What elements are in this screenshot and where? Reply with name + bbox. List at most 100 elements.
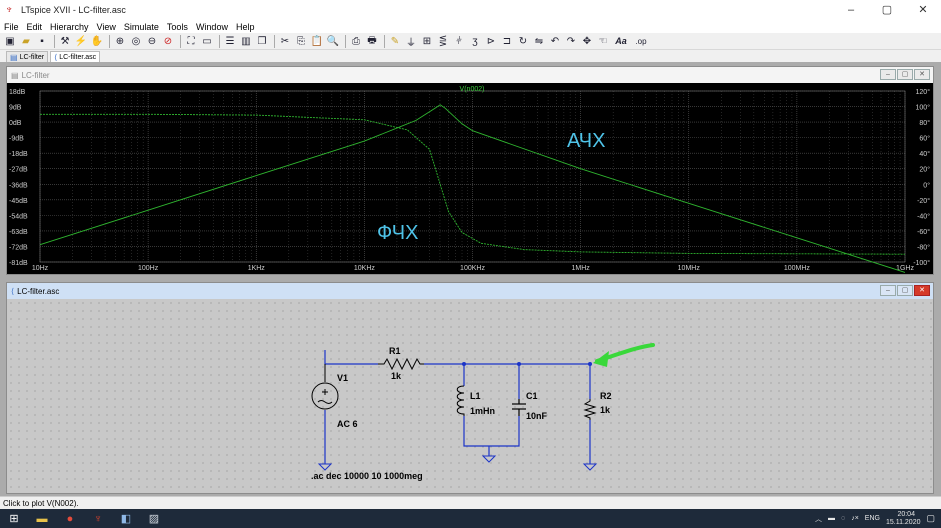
ground-icon[interactable]: ⏚ — [404, 34, 418, 49]
maximize-button[interactable]: ▢ — [869, 0, 905, 20]
tile-vertical-icon[interactable]: ▥ — [239, 34, 253, 48]
chevron-up-icon[interactable]: ︿ — [815, 514, 822, 524]
menu-window[interactable]: Window — [196, 22, 228, 32]
chrome-icon[interactable]: ● — [56, 509, 84, 528]
schematic-canvas[interactable]: R1 1k V1 AC 6 L1 1mHn C1 10nF R2 1k .ac … — [7, 299, 933, 493]
wire[interactable] — [463, 416, 520, 447]
text-icon[interactable]: Aa — [612, 34, 630, 48]
clock-date: 15.11.2020 — [885, 518, 921, 526]
zoom-in-icon[interactable]: ⊕ — [113, 34, 127, 48]
wire[interactable] — [324, 350, 378, 365]
x-tick-label: 1GHz — [896, 265, 914, 272]
y-right-tick-label: -100° — [913, 259, 930, 267]
schematic-window-title: LC-filter.asc — [17, 286, 60, 296]
mirror-icon[interactable]: ⇋ — [532, 34, 546, 48]
windows-start-icon[interactable]: ⊞ — [0, 509, 28, 528]
tab-schematic[interactable]: ⟨ LC-filter.asc — [50, 51, 101, 62]
phase-annotation: ФЧХ — [377, 222, 418, 244]
plot-window-header[interactable]: ▤ LC-filter – ▢ ✕ — [7, 67, 933, 83]
menu-simulate[interactable]: Simulate — [124, 22, 159, 32]
undo-icon[interactable]: ↶ — [548, 34, 562, 48]
close-button[interactable]: ✕ — [905, 0, 941, 20]
status-bar: Click to plot V(N002). — [0, 496, 941, 509]
bode-plot[interactable]: 10Hz 100Hz 1KHz 10KHz 100KHz 1MHz 10MHz 100MHz 1… — [7, 83, 933, 274]
wire[interactable] — [424, 363, 591, 399]
minimize-button[interactable]: – — [833, 0, 869, 20]
drag-icon[interactable]: ☜ — [596, 34, 610, 48]
spice-directive[interactable]: .ac dec 10000 10 1000meg — [311, 471, 423, 481]
save-icon[interactable]: ▪ — [35, 34, 49, 48]
ltspice-icon[interactable]: ♆ — [84, 509, 112, 528]
ground-icon[interactable] — [481, 455, 497, 463]
halt-icon[interactable]: ✋ — [90, 34, 104, 48]
rotate-icon[interactable]: ↻ — [516, 34, 530, 48]
inductor-icon[interactable]: ʒ — [468, 34, 482, 48]
redo-icon[interactable]: ↷ — [564, 34, 578, 48]
title-bar: ♆ LTspice XVII - LC-filter.asc – ▢ ✕ — [0, 0, 941, 20]
cut-icon[interactable]: ✂ — [278, 34, 292, 48]
component-icon[interactable]: ⊐ — [500, 34, 514, 48]
c1-symbol[interactable] — [512, 399, 526, 416]
run-icon[interactable]: ⚡ — [74, 34, 88, 48]
ground-icon[interactable] — [582, 463, 598, 471]
zoom-full-icon[interactable]: ▭ — [200, 34, 214, 48]
r2-name: R2 — [600, 391, 612, 401]
menu-hierarchy[interactable]: Hierarchy — [50, 22, 89, 32]
resistor-icon[interactable]: ⋚ — [436, 34, 450, 48]
tile-horizontal-icon[interactable]: ☰ — [223, 34, 237, 48]
autoscale-icon[interactable]: ⛶ — [184, 34, 198, 48]
wire-icon[interactable]: ✎ — [388, 34, 402, 48]
r2-symbol[interactable] — [583, 399, 597, 420]
diode-icon[interactable]: ⊳ — [484, 34, 498, 48]
move-icon[interactable]: ✥ — [580, 34, 594, 48]
menu-file[interactable]: File — [4, 22, 19, 32]
y-left-tick-label: 9dB — [9, 105, 22, 112]
capacitor-icon[interactable]: ⫩ — [452, 34, 466, 48]
spice-directive-icon[interactable]: .op — [632, 34, 650, 48]
taskbar: ⊞ ▬ ● ♆ ◧ ▨ ︿ ▬ ◌ ♪× ENG 20:04 15.11.202… — [0, 509, 941, 528]
menu-view[interactable]: View — [97, 22, 116, 32]
volume-icon[interactable]: ♪× — [851, 515, 859, 522]
tab-plot[interactable]: ▤ LC-filter — [6, 51, 49, 62]
y-left-tick-label: -9dB — [9, 136, 24, 143]
app-icon[interactable]: ◧ — [112, 509, 140, 528]
paste-icon[interactable]: 📋 — [310, 34, 324, 48]
cascade-icon[interactable]: ❐ — [255, 34, 269, 48]
network-icon[interactable]: ◌ — [841, 515, 845, 522]
menu-tools[interactable]: Tools — [167, 22, 188, 32]
file-explorer-icon[interactable]: ▬ — [28, 509, 56, 528]
battery-icon[interactable]: ▬ — [828, 515, 835, 522]
plot-close-button[interactable]: ✕ — [914, 69, 930, 80]
notification-icon[interactable]: ▢ — [926, 513, 935, 524]
menu-edit[interactable]: Edit — [27, 22, 43, 32]
label-net-icon[interactable]: ⊞ — [420, 34, 434, 48]
open-icon[interactable]: ▰ — [19, 34, 33, 48]
print-icon[interactable]: ⎙ — [349, 34, 363, 48]
schematic-close-button[interactable]: ✕ — [914, 285, 930, 296]
v1-name: V1 — [337, 373, 348, 383]
clock[interactable]: 20:04 15.11.2020 — [886, 511, 921, 527]
copy-icon[interactable]: ⎘ — [294, 34, 308, 48]
v1-symbol[interactable] — [311, 364, 339, 410]
image-viewer-icon[interactable]: ▨ — [140, 509, 168, 528]
print-setup-icon[interactable]: 🖶 — [365, 34, 379, 48]
find-icon[interactable]: 🔍 — [326, 34, 340, 48]
zoom-cancel-icon[interactable]: ⊘ — [161, 34, 175, 48]
magnitude-annotation: АЧХ — [567, 130, 605, 152]
r1-symbol[interactable] — [378, 357, 424, 371]
schematic-minimize-button[interactable]: – — [880, 285, 896, 296]
plot-minimize-button[interactable]: – — [880, 69, 896, 80]
plot-maximize-button[interactable]: ▢ — [897, 69, 913, 80]
zoom-pan-icon[interactable]: ◎ — [129, 34, 143, 48]
menu-help[interactable]: Help — [236, 22, 255, 32]
l1-symbol[interactable] — [456, 385, 465, 416]
x-tick-label: 100MHz — [784, 265, 811, 272]
schematic-window-header[interactable]: ⟨ LC-filter.asc – ▢ ✕ — [7, 283, 933, 299]
language-indicator[interactable]: ENG — [865, 515, 880, 522]
control-panel-icon[interactable]: ⚒ — [58, 34, 72, 48]
schematic-maximize-button[interactable]: ▢ — [897, 285, 913, 296]
ground-icon[interactable] — [317, 463, 333, 471]
y-right-tick-label: 120° — [916, 88, 931, 96]
new-schematic-icon[interactable]: ▣ — [3, 34, 17, 48]
zoom-out-icon[interactable]: ⊖ — [145, 34, 159, 48]
